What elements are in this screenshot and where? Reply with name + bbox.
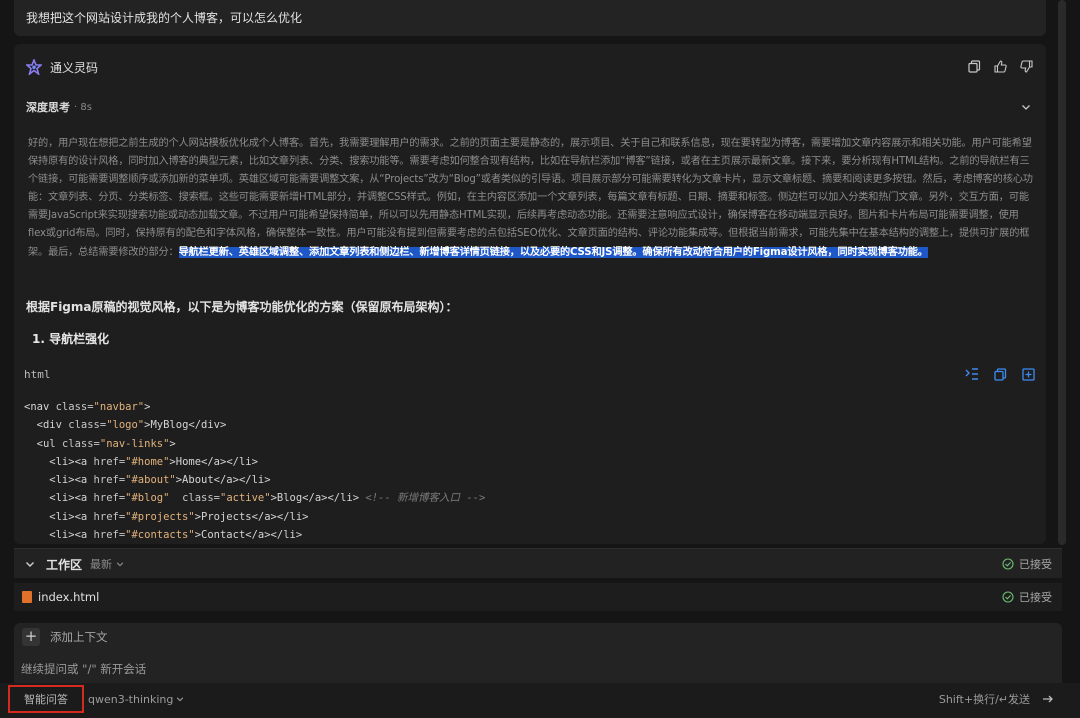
code-token: class= [61,437,100,450]
check-circle-icon [1002,591,1014,603]
file-name: index.html [38,590,100,604]
code-token: >Projects</a></li> [194,510,309,523]
tongyi-logo-icon [26,59,42,75]
html-file-icon [22,591,32,603]
code-token: >Contact</a></li> [194,529,303,542]
workspace-title: 工作区 [46,557,83,572]
code-language: html [24,368,51,381]
workspace-recent-label: 最新 [90,558,113,571]
code-token: "active" [220,492,271,505]
file-accepted-label: 已接受 [1019,591,1052,604]
chat-input-placeholder[interactable]: 继续提问或 "/" 新开会话 [21,661,146,677]
code-token: href= [93,510,126,523]
code-token: href= [93,474,126,487]
code-token: href= [93,455,126,468]
new-file-icon[interactable] [1020,366,1036,382]
code-token: <li><a [24,455,94,468]
code-line: <li><a href="#contacts">Contact</a></li> [24,526,485,544]
thumbs-up-icon[interactable] [992,58,1008,74]
answer-intro: 根据Figma原稿的视觉风格，以下是为博客功能优化的方案（保留原布局架构）： [26,300,458,314]
workspace-recent-dropdown[interactable]: 最新 [90,556,124,572]
code-token: "#home" [125,455,170,468]
add-context-button[interactable]: + 添加上下文 [22,628,108,646]
workspace-status: 已接受 [1002,556,1052,572]
add-context-label: 添加上下文 [50,630,108,644]
mode-label: 智能问答 [24,693,68,706]
workspace-accepted-label: 已接受 [1019,558,1052,571]
code-token: <li><a [24,529,94,542]
code-token: > [169,437,176,450]
chat-input-box[interactable]: + 添加上下文 继续提问或 "/" 新开会话 [14,623,1062,683]
file-status: 已接受 [1002,589,1052,605]
code-token: <li><a [24,474,94,487]
assistant-name: 通义灵码 [50,60,99,75]
section-title: 1. 导航栏强化 [32,332,110,346]
copy-icon[interactable] [966,58,982,74]
code-token: > [144,401,151,413]
code-token: >Blog</a></li> [270,492,366,505]
code-token: "nav-links" [99,437,170,450]
scrollbar[interactable] [1058,0,1066,545]
chevron-down-icon[interactable] [1018,99,1034,115]
code-token: href= [93,492,126,505]
thumbs-down-icon[interactable] [1018,58,1034,74]
input-toolbar: 智能问答 qwen3-thinking Shift+换行/↵发送 [0,683,1080,718]
code-token: class= [55,401,94,413]
code-token: "logo" [106,419,145,432]
chevron-down-icon[interactable] [22,556,38,572]
code-token: >MyBlog</div> [144,419,227,432]
response-actions [966,58,1034,74]
assistant-response: 通义灵码 深度思考 · 8s 好的，用户现在想把之前生成的个人网站模板优化成个人… [14,44,1046,544]
code-token: <div [24,419,69,432]
code-block: <nav class="navbar"> <div class="logo">M… [24,398,485,544]
model-selector[interactable]: qwen3-thinking [88,683,184,715]
code-token: <!-- 新增博客入口 --> [365,492,486,505]
code-line: <nav class="navbar"> [24,398,485,416]
code-token: <ul [24,437,62,450]
code-line: <ul class="nav-links"> [24,435,485,453]
file-info: index.html [22,583,99,611]
code-line: <div class="logo">MyBlog</div> [24,416,485,434]
deep-think-content: 好的，用户现在想把之前生成的个人网站模板优化成个人博客。首先，我需要理解用户的需… [28,135,1034,262]
check-circle-icon [1002,558,1014,570]
code-token: >About</a></li> [175,474,271,487]
code-actions [964,366,1036,382]
chevron-down-icon [177,697,184,702]
code-line: <li><a href="#about">About</a></li> [24,471,485,489]
code-line: <li><a href="#blog" class="active">Blog<… [24,489,485,507]
model-label: qwen3-thinking [88,692,174,706]
code-line: <li><a href="#projects">Projects</a></li… [24,508,485,526]
insert-code-icon[interactable] [964,366,980,382]
code-token: class= [169,492,220,505]
file-item[interactable]: index.html 已接受 [14,583,1062,611]
code-token: "#about" [125,474,176,487]
code-block-header: html [24,366,1036,384]
send-hint: Shift+换行/↵发送 [938,693,1030,706]
code-token: href= [93,529,126,542]
code-token: "#blog" [125,492,170,505]
code-token: "#contacts" [125,529,195,542]
send-button[interactable] [1042,683,1054,715]
user-message: 我想把这个网站设计成我的个人博客，可以怎么优化 [14,0,1046,36]
deep-think-highlight: 导航栏更新、英雄区域调整、添加文章列表和侧边栏、新增博客详情页链接，以及必要的C… [178,246,928,258]
assistant-header: 通义灵码 [26,58,98,76]
code-token: >Home</a></li> [169,455,258,468]
deep-think-label: 深度思考 [26,101,70,114]
deep-think-time: · 8s [74,101,92,113]
code-token: <li><a [24,510,94,523]
workspace-bar: 工作区 最新 已接受 [14,548,1062,578]
code-token: class= [68,419,107,432]
deep-think-text: 好的，用户现在想把之前生成的个人网站模板优化成个人博客。首先，我需要理解用户的需… [28,138,1033,258]
code-token: <li><a [24,492,94,505]
code-token: "navbar" [93,401,145,413]
code-line: <li><a href="#home">Home</a></li> [24,453,485,471]
arrow-right-icon [1043,695,1053,703]
plus-icon: + [22,628,40,646]
copy-code-icon[interactable] [992,366,1008,382]
deep-think-toggle[interactable]: 深度思考 · 8s [26,99,1034,115]
workspace-toggle[interactable]: 工作区 最新 [22,549,124,579]
code-token: <nav [24,401,56,413]
code-token: "#projects" [125,510,195,523]
mode-selector[interactable]: 智能问答 [8,685,84,713]
